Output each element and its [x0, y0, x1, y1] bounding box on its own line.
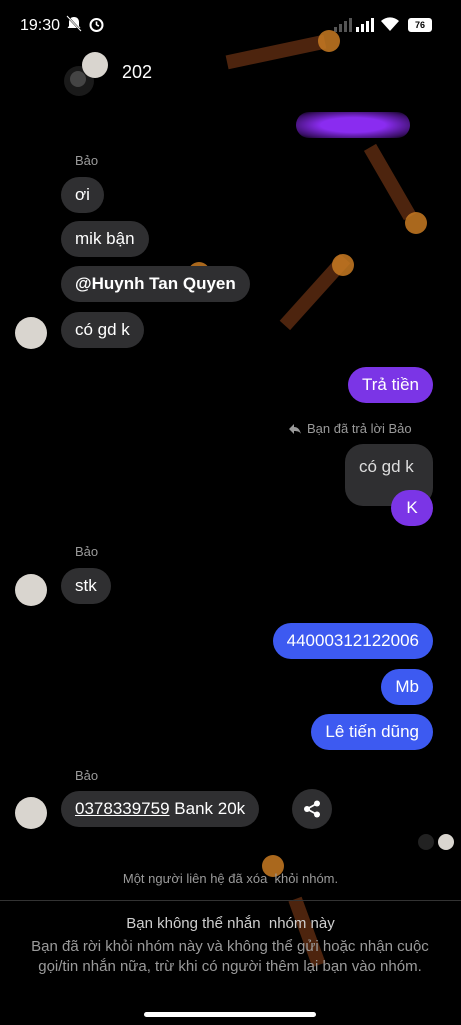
quoted-text: có gd k	[359, 457, 414, 476]
signal-icon-2	[356, 18, 374, 32]
sent-message-bubble[interactable]: Mb	[381, 669, 433, 705]
footer-title: Bạn không thể nhắn nhóm này	[126, 915, 335, 932]
footer-body: Bạn đã rời khỏi nhóm này và không thể gử…	[31, 938, 429, 975]
home-indicator[interactable]	[144, 1012, 316, 1017]
alarm-icon	[89, 18, 104, 32]
phone-link[interactable]: 0378339759	[75, 799, 170, 819]
message-bubble[interactable]: stk	[61, 568, 111, 604]
battery-icon: 76	[408, 18, 432, 32]
mention-bubble[interactable]: @Huynh Tan Quyen	[61, 266, 250, 302]
system-note: Một người liên hệ đã xóa khỏi nhóm.	[122, 871, 339, 886]
sender-avatar[interactable]	[15, 797, 47, 829]
share-button[interactable]	[292, 789, 332, 829]
message-bubble[interactable]: có gd k	[61, 312, 144, 348]
bell-off-icon	[66, 15, 82, 32]
share-icon	[304, 800, 320, 818]
reply-note: Bạn đã trả lời Bảo	[307, 421, 412, 436]
status-time: 19:30	[20, 17, 61, 34]
message-bubble[interactable]: 0378339759 Bank 20k	[61, 791, 260, 827]
signal-icon	[334, 18, 352, 32]
reply-bubble[interactable]: K	[391, 490, 433, 526]
watermark-logo	[318, 30, 340, 52]
sender-avatar[interactable]	[15, 317, 47, 349]
status-bar: 19:30 76	[0, 0, 461, 50]
sender-name: Bảo	[75, 153, 99, 168]
blurred-image	[296, 112, 410, 138]
wifi-icon	[381, 17, 399, 31]
message-bubble[interactable]: ơi	[61, 177, 104, 213]
sent-message-bubble[interactable]: Lê tiến dũng	[311, 714, 433, 750]
sent-message-bubble[interactable]: Trả tiền	[347, 367, 433, 403]
sender-avatar[interactable]	[15, 574, 47, 606]
reply-icon	[289, 424, 301, 434]
seen-avatar	[438, 834, 454, 850]
sent-message-bubble[interactable]: 44000312122006	[272, 623, 433, 659]
sender-name: Bảo	[75, 768, 99, 783]
chat-title[interactable]: 202	[122, 62, 152, 83]
message-bubble[interactable]: mik bận	[61, 221, 149, 257]
watermark-stamp	[363, 143, 417, 221]
message-text: Bank 20k	[169, 799, 246, 818]
watermark-logo	[332, 254, 354, 276]
seen-avatar	[418, 834, 434, 850]
sender-name: Bảo	[75, 544, 99, 559]
group-avatar-2	[82, 52, 108, 78]
watermark-logo	[405, 212, 427, 234]
